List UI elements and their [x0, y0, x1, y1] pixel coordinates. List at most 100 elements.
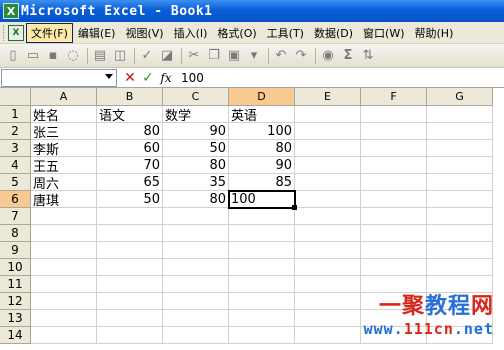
cell-g3[interactable]	[427, 140, 493, 157]
cell-a7[interactable]	[31, 208, 97, 225]
copy-icon[interactable]: ❐	[205, 47, 223, 65]
cell-g12[interactable]	[427, 293, 493, 310]
cell-g10[interactable]	[427, 259, 493, 276]
cell-g13[interactable]	[427, 310, 493, 327]
cell-a10[interactable]	[31, 259, 97, 276]
row-header-6[interactable]: 6	[0, 191, 31, 208]
cell-b12[interactable]	[97, 293, 163, 310]
cell-g5[interactable]	[427, 174, 493, 191]
cell-f13[interactable]	[361, 310, 427, 327]
fill-handle[interactable]	[292, 205, 297, 210]
cell-f11[interactable]	[361, 276, 427, 293]
cell-d10[interactable]	[229, 259, 295, 276]
cell-c2[interactable]: 90	[163, 123, 229, 140]
cell-f6[interactable]	[361, 191, 427, 208]
autosum-icon[interactable]: Σ	[339, 47, 357, 65]
row-header-2[interactable]: 2	[0, 123, 31, 140]
cell-e12[interactable]	[295, 293, 361, 310]
cell-a9[interactable]	[31, 242, 97, 259]
print-preview-icon[interactable]: ◫	[111, 47, 129, 65]
menu-edit[interactable]: 编辑(E)	[73, 23, 121, 43]
row-header-3[interactable]: 3	[0, 140, 31, 157]
menu-grip[interactable]	[3, 24, 6, 41]
cell-d9[interactable]	[229, 242, 295, 259]
row-header-9[interactable]: 9	[0, 242, 31, 259]
menu-data[interactable]: 数据(D)	[309, 23, 358, 43]
cell-b3[interactable]: 60	[97, 140, 163, 157]
cell-e6[interactable]	[295, 191, 361, 208]
cell-e1[interactable]	[295, 106, 361, 123]
column-header-c[interactable]: C	[163, 88, 229, 106]
cell-c1[interactable]: 数学	[163, 106, 229, 123]
cell-f10[interactable]	[361, 259, 427, 276]
cell-c7[interactable]	[163, 208, 229, 225]
cell-e11[interactable]	[295, 276, 361, 293]
cell-g8[interactable]	[427, 225, 493, 242]
open-icon[interactable]: ▭	[24, 47, 42, 65]
column-header-a[interactable]: A	[31, 88, 97, 106]
cell-c5[interactable]: 35	[163, 174, 229, 191]
cell-c11[interactable]	[163, 276, 229, 293]
cell-a6[interactable]: 唐琪	[31, 191, 97, 208]
research-icon[interactable]: ◪	[158, 47, 176, 65]
row-header-4[interactable]: 4	[0, 157, 31, 174]
cell-b10[interactable]	[97, 259, 163, 276]
cell-b7[interactable]	[97, 208, 163, 225]
column-header-b[interactable]: B	[97, 88, 163, 106]
menu-insert[interactable]: 插入(I)	[169, 23, 213, 43]
row-header-8[interactable]: 8	[0, 225, 31, 242]
new-icon[interactable]: ▯	[4, 47, 22, 65]
column-header-f[interactable]: F	[361, 88, 427, 106]
cell-d11[interactable]	[229, 276, 295, 293]
cell-f9[interactable]	[361, 242, 427, 259]
cell-f14[interactable]	[361, 327, 427, 344]
cell-b1[interactable]: 语文	[97, 106, 163, 123]
cell-a1[interactable]: 姓名	[31, 106, 97, 123]
cell-c10[interactable]	[163, 259, 229, 276]
undo-icon[interactable]: ↶	[272, 47, 290, 65]
menu-file[interactable]: 文件(F)	[26, 22, 73, 43]
cell-f7[interactable]	[361, 208, 427, 225]
menu-help[interactable]: 帮助(H)	[410, 23, 459, 43]
cell-d12[interactable]	[229, 293, 295, 310]
menu-format[interactable]: 格式(O)	[212, 23, 261, 43]
cell-f8[interactable]	[361, 225, 427, 242]
cell-b9[interactable]	[97, 242, 163, 259]
chevron-down-icon[interactable]	[105, 73, 113, 79]
cell-e2[interactable]	[295, 123, 361, 140]
cell-g6[interactable]	[427, 191, 493, 208]
enter-icon[interactable]: ✓	[139, 70, 157, 86]
cell-a8[interactable]	[31, 225, 97, 242]
cell-a11[interactable]	[31, 276, 97, 293]
cell-f12[interactable]	[361, 293, 427, 310]
row-header-5[interactable]: 5	[0, 174, 31, 191]
cell-e10[interactable]	[295, 259, 361, 276]
cell-e5[interactable]	[295, 174, 361, 191]
hyperlink-icon[interactable]: ◉	[319, 47, 337, 65]
cell-b13[interactable]	[97, 310, 163, 327]
cell-b5[interactable]: 65	[97, 174, 163, 191]
cell-g7[interactable]	[427, 208, 493, 225]
cell-d14[interactable]	[229, 327, 295, 344]
row-header-14[interactable]: 14	[0, 327, 31, 344]
row-header-7[interactable]: 7	[0, 208, 31, 225]
cell-a12[interactable]	[31, 293, 97, 310]
menu-tools[interactable]: 工具(T)	[262, 23, 309, 43]
cell-d5[interactable]: 85	[229, 174, 295, 191]
cancel-icon[interactable]: ✕	[121, 70, 139, 86]
insert-function-icon[interactable]: fx	[157, 71, 175, 85]
cell-a13[interactable]	[31, 310, 97, 327]
cell-e7[interactable]	[295, 208, 361, 225]
column-header-e[interactable]: E	[295, 88, 361, 106]
cell-a4[interactable]: 王五	[31, 157, 97, 174]
cell-f5[interactable]	[361, 174, 427, 191]
cell-g14[interactable]	[427, 327, 493, 344]
formula-input[interactable]: 100	[181, 71, 204, 85]
cell-c14[interactable]	[163, 327, 229, 344]
save-icon[interactable]: ▪	[44, 47, 62, 65]
cell-e4[interactable]	[295, 157, 361, 174]
cell-b14[interactable]	[97, 327, 163, 344]
spelling-icon[interactable]: ✓	[138, 47, 156, 65]
cell-g1[interactable]	[427, 106, 493, 123]
name-box[interactable]	[1, 68, 117, 87]
